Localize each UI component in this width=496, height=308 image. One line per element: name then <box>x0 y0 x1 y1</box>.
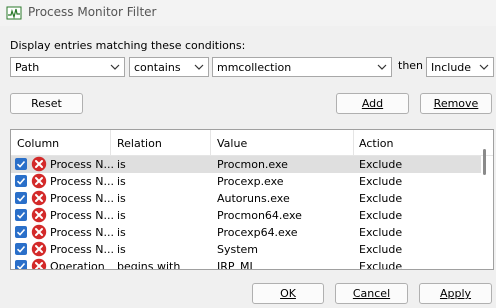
exclude-x-icon <box>31 258 47 269</box>
table-row[interactable]: Process N... is Procmon.exe Exclude <box>11 156 481 173</box>
chevron-down-icon[interactable] <box>377 62 387 72</box>
cell-action: Exclude <box>359 192 403 205</box>
action-dropdown-value: Include <box>431 61 472 74</box>
exclude-x-icon <box>31 190 47 206</box>
remove-button[interactable]: Remove <box>420 93 492 114</box>
cell-action: Exclude <box>359 226 403 239</box>
cell-value: Procmon.exe <box>217 158 288 171</box>
add-button[interactable]: Add <box>336 93 409 114</box>
cell-value: Procexp.exe <box>217 175 284 188</box>
checkmark-icon <box>16 177 26 185</box>
exclude-x-icon <box>31 173 47 189</box>
row-checkbox[interactable] <box>15 192 27 204</box>
header-column[interactable]: Column <box>17 137 59 150</box>
conditions-label: Display entries matching these condition… <box>10 39 246 52</box>
relation-dropdown-value: contains <box>134 61 181 74</box>
cell-action: Exclude <box>359 243 403 256</box>
table-row[interactable]: Process N... is Procmon64.exe Exclude <box>11 207 481 224</box>
reset-button-label: Reset <box>31 97 62 110</box>
cell-column: Process N... <box>50 226 114 239</box>
header-divider[interactable] <box>110 130 111 155</box>
row-checkbox[interactable] <box>15 209 27 221</box>
checkmark-icon <box>16 228 26 236</box>
cell-column: Process N... <box>50 192 114 205</box>
row-checkbox[interactable] <box>15 226 27 238</box>
process-monitor-icon <box>6 5 22 21</box>
ok-button-label: OK <box>280 287 296 300</box>
ok-button[interactable]: OK <box>252 283 324 304</box>
cell-relation: is <box>117 243 126 256</box>
checkmark-icon <box>16 194 26 202</box>
list-header: Column Relation Value Action <box>11 130 493 156</box>
cell-column: Process N... <box>50 158 114 171</box>
header-divider[interactable] <box>210 130 211 155</box>
cell-relation: is <box>117 209 126 222</box>
cell-value: System <box>217 243 259 256</box>
cell-relation: begins with <box>117 260 181 270</box>
reset-button[interactable]: Reset <box>10 93 83 114</box>
vertical-scrollbar-thumb[interactable] <box>483 149 486 175</box>
cell-relation: is <box>117 226 126 239</box>
checkmark-icon <box>16 160 26 168</box>
cell-value: Autoruns.exe <box>217 192 290 205</box>
chevron-down-icon <box>479 64 489 70</box>
row-checkbox[interactable] <box>15 158 27 170</box>
remove-button-label: Remove <box>433 97 479 110</box>
checkmark-icon <box>16 211 26 219</box>
cell-relation: is <box>117 192 126 205</box>
header-action[interactable]: Action <box>359 137 393 150</box>
cell-action: Exclude <box>359 260 403 270</box>
cell-column: Process N... <box>50 243 114 256</box>
exclude-x-icon <box>31 207 47 223</box>
value-combobox[interactable]: mmcollection <box>212 57 392 77</box>
column-dropdown[interactable]: Path <box>10 57 125 77</box>
cell-column: Operation <box>50 260 105 270</box>
checkmark-icon <box>16 245 26 253</box>
cancel-button[interactable]: Cancel <box>335 283 408 304</box>
filter-list[interactable]: Column Relation Value Action Process N..… <box>10 129 494 270</box>
row-checkbox[interactable] <box>15 243 27 255</box>
chevron-down-icon <box>194 64 204 70</box>
header-divider[interactable] <box>353 130 354 155</box>
cell-action: Exclude <box>359 158 403 171</box>
then-label: then <box>398 59 424 72</box>
action-dropdown[interactable]: Include <box>426 57 494 77</box>
cancel-button-label: Cancel <box>352 287 391 300</box>
checkmark-icon <box>16 262 26 269</box>
table-row[interactable]: Operation begins with IRP_MJ_ Exclude <box>11 258 481 270</box>
row-checkbox[interactable] <box>15 260 27 269</box>
table-row[interactable]: Process N... is Procexp64.exe Exclude <box>11 224 481 241</box>
apply-button-label: Apply <box>439 287 472 300</box>
window-title: Process Monitor Filter <box>28 5 157 19</box>
apply-button[interactable]: Apply <box>419 283 492 304</box>
chevron-down-icon <box>110 64 120 70</box>
cell-action: Exclude <box>359 209 403 222</box>
cell-relation: is <box>117 158 126 171</box>
cell-value: Procmon64.exe <box>217 209 302 222</box>
cell-column: Process N... <box>50 175 114 188</box>
cell-value: IRP_MJ_ <box>217 260 259 270</box>
table-row[interactable]: Process N... is Autoruns.exe Exclude <box>11 190 481 207</box>
cell-action: Exclude <box>359 175 403 188</box>
cell-relation: is <box>117 175 126 188</box>
exclude-x-icon <box>31 224 47 240</box>
table-row[interactable]: Process N... is Procexp.exe Exclude <box>11 173 481 190</box>
header-relation[interactable]: Relation <box>117 137 162 150</box>
value-combobox-text[interactable]: mmcollection <box>217 61 291 74</box>
exclude-x-icon <box>31 156 47 172</box>
row-checkbox[interactable] <box>15 175 27 187</box>
table-row[interactable]: Process N... is System Exclude <box>11 241 481 258</box>
exclude-x-icon <box>31 241 47 257</box>
column-dropdown-value: Path <box>15 61 40 74</box>
cell-column: Process N... <box>50 209 114 222</box>
relation-dropdown[interactable]: contains <box>129 57 209 77</box>
header-value[interactable]: Value <box>217 137 247 150</box>
cell-value: Procexp64.exe <box>217 226 298 239</box>
add-button-label: Add <box>361 97 384 110</box>
title-bar: Process Monitor Filter <box>0 0 496 26</box>
